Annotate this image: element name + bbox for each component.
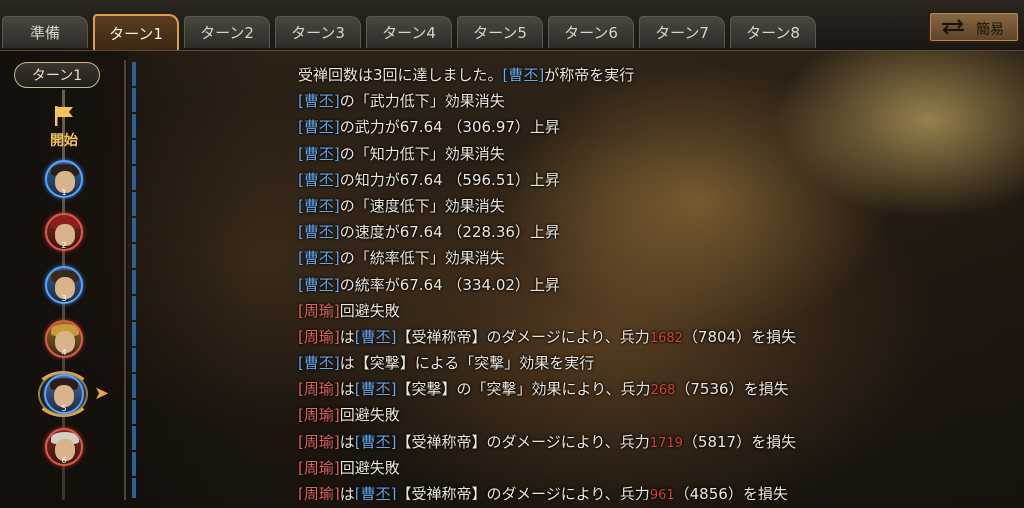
log-line: [曹丕]の知力が67.64 （596.51）上昇 bbox=[298, 170, 560, 189]
tab-turn-1[interactable]: ターン1 bbox=[93, 14, 179, 50]
tab-turn-5[interactable]: ターン5 bbox=[457, 16, 543, 48]
unit-number: 5 bbox=[61, 404, 67, 413]
log-line: [曹丕]の「武力低下」効果消失 bbox=[298, 92, 505, 111]
log-line: [曹丕]の「速度低下」効果消失 bbox=[298, 196, 505, 215]
log-line: [曹丕]の武力が67.64 （306.97）上昇 bbox=[298, 118, 560, 137]
start-label: 開始 bbox=[50, 133, 78, 149]
log-line: [曹丕]の統率が67.64 （334.02）上昇 bbox=[298, 275, 560, 294]
log-line: [周瑜]回避失敗 bbox=[298, 406, 400, 425]
log-line: 受禅回数は3回に達しました。[曹丕]が称帝を実行 bbox=[298, 66, 635, 84]
unit-number: 1 bbox=[61, 188, 67, 197]
unit-number: 6 bbox=[61, 456, 67, 465]
log-line: [曹丕]の「統率低下」効果消失 bbox=[298, 249, 505, 268]
log-line: [周瑜]は[曹丕]【受禅称帝】のダメージにより、兵力1719（5817）を損失 bbox=[298, 432, 797, 451]
unit-avatar-3[interactable]: 3 bbox=[45, 266, 83, 304]
tab-turn-3[interactable]: ターン3 bbox=[275, 16, 361, 48]
log-line: [周瑜]は[曹丕]【受禅称帝】のダメージにより、兵力1682（7804）を損失 bbox=[298, 327, 797, 346]
log-line: [周瑜]は[曹丕]【突撃】の「突撃」効果により、兵力268（7536）を損失 bbox=[298, 380, 789, 399]
log-line: [周瑜]は[曹丕]【受禅称帝】のダメージにより、兵力961（4856）を損失 bbox=[298, 485, 788, 500]
log-line: [曹丕]は【突撃】による「突撃」効果を実行 bbox=[298, 354, 595, 373]
simple-mode-button[interactable]: 簡易 bbox=[928, 11, 1020, 43]
log-line: [曹丕]の「知力低下」効果消失 bbox=[298, 144, 505, 163]
unit-avatar-4[interactable]: 4 bbox=[45, 320, 83, 358]
log-line: [曹丕]の速度が67.64 （228.36）上昇 bbox=[298, 223, 560, 242]
log-line: [周瑜]回避失敗 bbox=[298, 458, 400, 477]
simple-mode-label: 簡易 bbox=[976, 22, 1004, 38]
tab-prepare[interactable]: 準備 bbox=[2, 16, 88, 48]
swap-arrows-icon bbox=[942, 19, 964, 35]
unit-avatar-5-selected[interactable]: 5 bbox=[44, 374, 84, 414]
tab-turn-4[interactable]: ターン4 bbox=[366, 16, 452, 48]
tab-turn-7[interactable]: ターン7 bbox=[639, 16, 725, 48]
unit-avatar-2[interactable]: 2 bbox=[45, 213, 83, 251]
turn-tab-bar: 準備 ターン1 ターン2 ターン3 ターン4 ターン5 ターン6 ターン7 ター… bbox=[0, 0, 1024, 51]
unit-number: 4 bbox=[61, 348, 67, 357]
log-scroll-indicator[interactable] bbox=[132, 62, 136, 498]
tab-turn-2[interactable]: ターン2 bbox=[184, 16, 270, 48]
log-line: [周瑜]回避失敗 bbox=[298, 301, 400, 320]
current-turn-label: ターン1 bbox=[14, 62, 100, 88]
tab-turn-8[interactable]: ターン8 bbox=[730, 16, 816, 48]
unit-avatar-1[interactable]: 1 bbox=[45, 160, 83, 198]
selected-arrow-icon: ➤ bbox=[94, 383, 110, 404]
unit-number: 3 bbox=[61, 294, 67, 303]
battle-log[interactable]: 受禅回数は3回に達しました。[曹丕]が称帝を実行 [曹丕]の「武力低下」効果消失… bbox=[298, 62, 1018, 500]
unit-number: 2 bbox=[61, 241, 67, 250]
tab-turn-6[interactable]: ターン6 bbox=[548, 16, 634, 48]
flag-icon bbox=[55, 106, 73, 126]
timeline-divider bbox=[124, 60, 126, 500]
unit-avatar-6[interactable]: 6 bbox=[45, 428, 83, 466]
